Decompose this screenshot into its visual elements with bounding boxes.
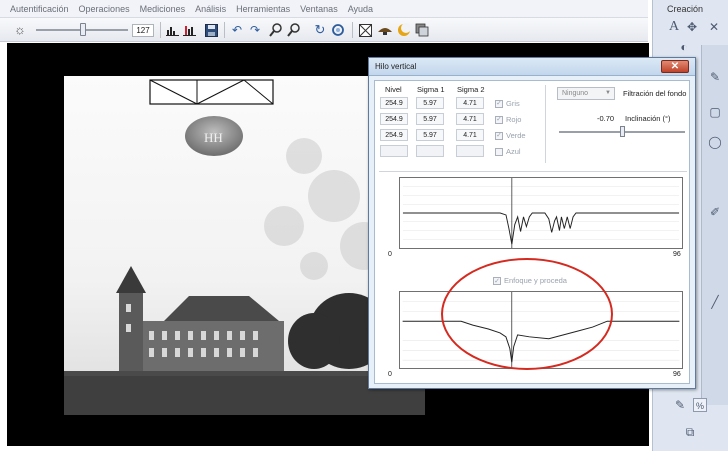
inclination-value: -0.70	[597, 114, 615, 123]
inclination-slider-thumb[interactable]	[620, 126, 625, 137]
column-header-sigma2: Sigma 2	[457, 85, 485, 94]
menu-herramientas[interactable]: Herramientas	[236, 4, 290, 14]
menu-mediciones[interactable]: Mediciones	[140, 4, 186, 14]
cursor-icon[interactable]: ✥	[685, 20, 699, 34]
menu-bar: Autentificación Operaciones Mediciones A…	[0, 0, 648, 18]
layers-icon[interactable]	[414, 22, 430, 38]
panel-tool-strip: ✎ ▢ ◯ ✐ ╱	[701, 45, 728, 405]
menu-analisis[interactable]: Análisis	[195, 4, 226, 14]
section-divider	[379, 171, 687, 172]
filter-select[interactable]: Ninguno ▼	[557, 87, 615, 100]
zoom-in-icon[interactable]	[268, 22, 284, 38]
color-picker-icon[interactable]: ◐	[677, 40, 691, 54]
redo-icon[interactable]: ↷	[247, 22, 263, 38]
brightness-value-field[interactable]: 127	[132, 24, 154, 37]
sigma2-cell	[456, 145, 484, 157]
channel-gris-checkbox[interactable]: ✓ Gris	[495, 99, 520, 108]
brightness-slider-thumb[interactable]	[80, 23, 86, 36]
graph2-xmin: 0	[388, 371, 392, 378]
channel-azul-checkbox[interactable]: Azul	[495, 147, 521, 156]
rotate-right-icon[interactable]: ↻	[312, 22, 328, 38]
toolbar-separator	[352, 22, 353, 38]
toolbar: ☼ 127 ↶ ↷ ↻	[0, 18, 648, 42]
column-header-sigma1: Sigma 1	[417, 85, 445, 94]
dialog-title: Hilo vertical	[375, 62, 417, 71]
inclination-label: Inclinación (°)	[625, 114, 671, 123]
menu-operaciones[interactable]: Operaciones	[79, 4, 130, 14]
channel-rojo-checkbox[interactable]: ✓ Rojo	[495, 115, 521, 124]
pen-icon[interactable]: ✎	[708, 70, 722, 84]
percent-icon[interactable]: %	[693, 398, 707, 412]
column-divider	[545, 85, 546, 163]
graph1-xmin: 0	[388, 251, 392, 258]
checkbox-box[interactable]: ✓	[495, 99, 503, 108]
square-icon[interactable]: ▢	[708, 105, 722, 119]
column-header-nivel: Nivel	[385, 85, 402, 94]
copy-icon[interactable]: ⧉	[683, 425, 697, 439]
profile-graph-top	[399, 177, 683, 249]
text-icon[interactable]: A	[667, 20, 681, 34]
circle-icon[interactable]: ◯	[708, 135, 722, 149]
channel-label: Rojo	[506, 115, 522, 124]
dialog-titlebar[interactable]: Hilo vertical ✕	[369, 58, 695, 76]
nivel-cell: 254.9	[380, 129, 408, 141]
highlight-ring	[441, 258, 613, 370]
close-button[interactable]: ✕	[661, 60, 689, 73]
grid-icon[interactable]	[357, 22, 373, 38]
line-icon[interactable]: ╱	[708, 295, 722, 309]
checkbox-box[interactable]	[495, 147, 503, 156]
menu-ayuda[interactable]: Ayuda	[348, 4, 373, 14]
save-icon[interactable]	[203, 22, 219, 38]
menu-ventanas[interactable]: Ventanas	[300, 4, 338, 14]
histogram-icon[interactable]	[165, 22, 181, 38]
ufo-label: HH	[204, 130, 223, 145]
menu-autentificacion[interactable]: Autentificación	[10, 4, 69, 14]
sigma1-cell: 5.97	[416, 113, 444, 125]
nivel-cell	[380, 145, 408, 157]
nivel-cell: 254.9	[380, 113, 408, 125]
channel-label: Verde	[506, 131, 526, 140]
sigma1-cell: 5.97	[416, 97, 444, 109]
toolbar-separator	[160, 22, 161, 38]
close-icon[interactable]: ✕	[707, 20, 721, 34]
rotate-left-icon[interactable]	[330, 22, 346, 38]
filter-select-value: Ninguno	[562, 90, 589, 97]
zoom-out-icon[interactable]	[286, 22, 302, 38]
toolbar-separator	[224, 22, 225, 38]
sigma2-cell: 4.71	[456, 129, 484, 141]
nivel-cell: 254.9	[380, 97, 408, 109]
moon-icon[interactable]	[396, 22, 412, 38]
undo-icon[interactable]: ↶	[229, 22, 245, 38]
lamp-icon[interactable]	[377, 22, 393, 38]
channel-label: Azul	[506, 147, 521, 156]
filter-label: Filtración del fondo	[623, 89, 687, 98]
sigma2-cell: 4.71	[456, 113, 484, 125]
panel-title: Creación	[667, 4, 704, 14]
channel-verde-checkbox[interactable]: ✓ Verde	[495, 131, 526, 140]
channel-label: Gris	[506, 99, 520, 108]
histogram-2-icon[interactable]	[182, 22, 198, 38]
chevron-down-icon: ▼	[605, 90, 611, 96]
graph2-xmax: 96	[673, 371, 681, 378]
brush-icon[interactable]: ✐	[708, 205, 722, 219]
sigma1-cell	[416, 145, 444, 157]
checkbox-box[interactable]: ✓	[495, 115, 503, 124]
edit-icon[interactable]: ✎	[673, 398, 687, 412]
checkbox-box[interactable]: ✓	[495, 131, 503, 140]
sigma1-cell: 5.97	[416, 129, 444, 141]
graph1-xmax: 96	[673, 251, 681, 258]
sun-icon: ☼	[14, 22, 26, 37]
sigma2-cell: 4.71	[456, 97, 484, 109]
